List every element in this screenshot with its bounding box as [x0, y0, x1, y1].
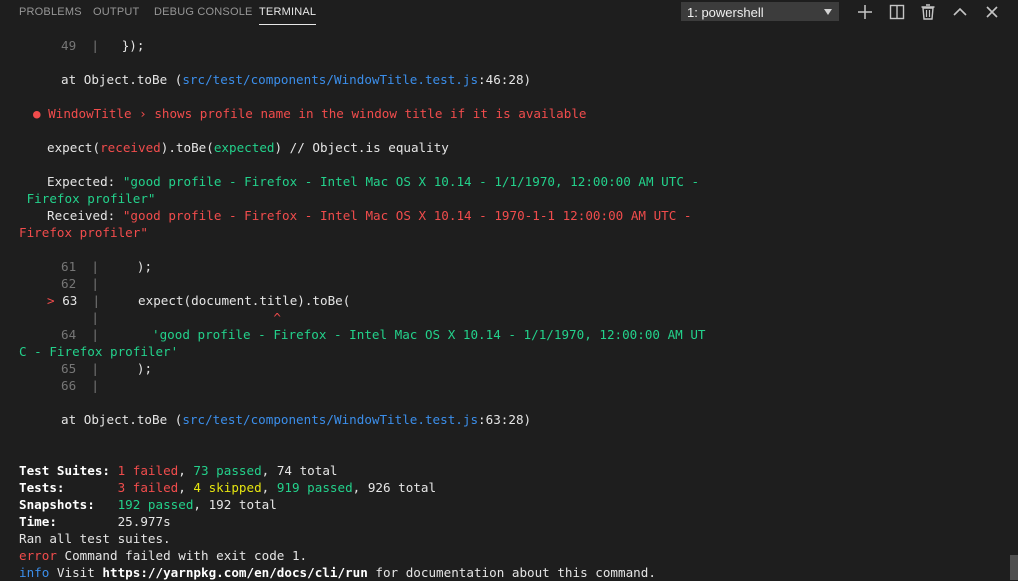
summary-snapshots: Snapshots: 192 passed, 192 total [19, 497, 277, 512]
caret-down-icon [824, 9, 832, 15]
terminal-output[interactable]: 49 | }); at Object.toBe (src/test/compon… [0, 26, 1010, 580]
summary-time: Time: 25.977s [19, 514, 171, 529]
tab-debug-console[interactable]: DEBUG CONSOLE [154, 0, 253, 26]
received-line: Received: "good profile - Firefox - Inte… [47, 208, 692, 223]
code-line-49: 49 | }); [61, 38, 145, 53]
ran-all-suites: Ran all test suites. [19, 531, 171, 546]
terminal-scrollbar[interactable] [1010, 555, 1018, 580]
chevron-up-icon[interactable] [950, 2, 970, 22]
received-line-wrap: Firefox profiler" [19, 225, 148, 240]
close-icon[interactable] [982, 2, 1002, 22]
caret-line: | ^ [91, 310, 281, 325]
code-line-65: 65 | ); [61, 361, 153, 376]
trash-icon[interactable] [918, 2, 938, 22]
shell-select-value: 1: powershell [687, 5, 764, 20]
split-icon[interactable] [887, 2, 907, 22]
stack-trace-line-2: at Object.toBe (src/test/components/Wind… [61, 412, 532, 427]
summary-tests: Tests: 3 failed, 4 skipped, 919 passed, … [19, 480, 437, 495]
expected-line-wrap: Firefox profiler" [19, 191, 156, 206]
expect-hint-line: expect(received).toBe(expected) // Objec… [47, 140, 449, 155]
plus-icon[interactable] [855, 2, 875, 22]
summary-test-suites: Test Suites: 1 failed, 73 passed, 74 tot… [19, 463, 338, 478]
error-line: error Command failed with exit code 1. [19, 548, 308, 563]
stack-trace-line: at Object.toBe (src/test/components/Wind… [61, 72, 532, 87]
failed-test-title: ● WindowTitle › shows profile name in th… [33, 106, 587, 121]
tab-problems[interactable]: PROBLEMS [19, 0, 82, 26]
code-line-66: 66 | [61, 378, 99, 393]
info-line: info Visit https://yarnpkg.com/en/docs/c… [19, 565, 656, 580]
code-line-61: 61 | ); [61, 259, 153, 274]
code-line-62: 62 | [61, 276, 99, 291]
docs-link[interactable]: https://yarnpkg.com/en/docs/cli/run [102, 565, 367, 580]
tab-terminal[interactable]: TERMINAL [259, 0, 317, 25]
code-line-63: > 63 | expect(document.title).toBe( [47, 293, 351, 308]
expected-line: Expected: "good profile - Firefox - Inte… [47, 174, 700, 189]
panel-tab-bar: PROBLEMS OUTPUT DEBUG CONSOLE TERMINAL 1… [0, 0, 1018, 26]
tab-output[interactable]: OUTPUT [93, 0, 139, 26]
terminal-shell-select[interactable]: 1: powershell [681, 2, 839, 21]
code-line-64-wrap: C - Firefox profiler' [19, 344, 179, 359]
code-line-64: 64 | 'good profile - Firefox - Intel Mac… [61, 327, 706, 342]
